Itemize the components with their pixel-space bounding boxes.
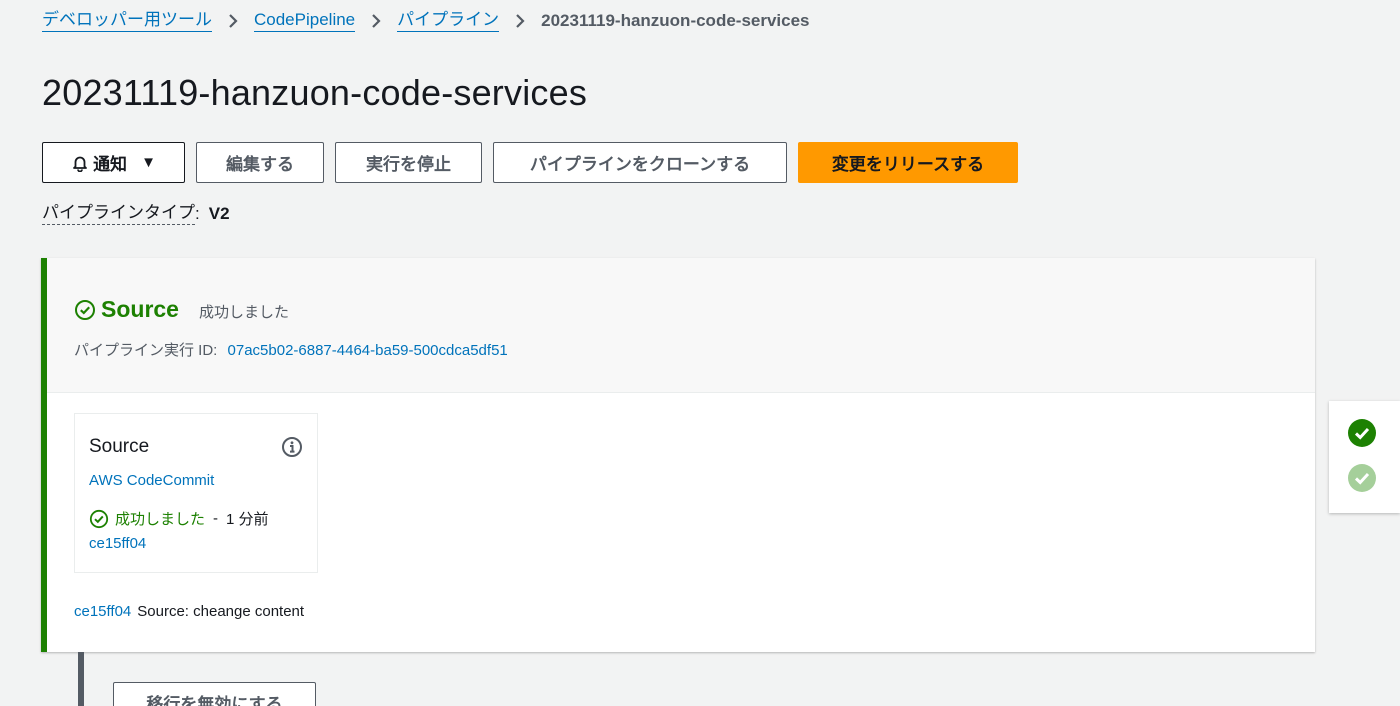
edit-button[interactable]: 編集する bbox=[196, 142, 324, 183]
action-provider-link[interactable]: AWS CodeCommit bbox=[89, 472, 214, 489]
chevron-right-icon bbox=[355, 13, 397, 28]
separator-dash: - bbox=[213, 510, 219, 527]
commit-id-link[interactable]: ce15ff04 bbox=[74, 603, 131, 620]
pipeline-type-label[interactable]: パイプラインタイプ bbox=[42, 202, 195, 225]
disable-transition-button[interactable]: 移行を無効にする bbox=[113, 682, 316, 706]
source-action-card: Source AWS CodeCommit 成功しました - 1 分前 ce15… bbox=[74, 413, 318, 573]
stage-name: Source bbox=[101, 296, 179, 322]
pipeline-type: パイプラインタイプ : V2 bbox=[42, 202, 230, 225]
execution-id-label: パイプライン実行 ID: bbox=[74, 342, 218, 359]
action-status: 成功しました - 1 分前 bbox=[89, 508, 303, 529]
breadcrumb-current: 20231119-hanzuon-code-services bbox=[541, 10, 810, 30]
stage-commit-row: ce15ff04 Source: cheange content bbox=[74, 603, 304, 620]
stage-status-overview bbox=[1329, 401, 1400, 513]
stage-header: Source 成功しました パイプライン実行 ID: 07ac5b02-6887… bbox=[47, 258, 1315, 393]
stop-execution-button[interactable]: 実行を停止 bbox=[335, 142, 482, 183]
caret-down-icon: ▼ bbox=[141, 154, 156, 171]
pipeline-type-colon: : bbox=[195, 203, 200, 223]
action-commit-link[interactable]: ce15ff04 bbox=[89, 535, 146, 552]
notify-label: 通知 bbox=[93, 155, 128, 174]
breadcrumb-pipelines[interactable]: パイプライン bbox=[397, 9, 500, 32]
chevron-right-icon bbox=[212, 13, 254, 28]
notify-dropdown-button[interactable]: 通知 ▼ bbox=[42, 142, 185, 183]
bell-icon bbox=[73, 156, 87, 172]
breadcrumb-codepipeline[interactable]: CodePipeline bbox=[254, 9, 356, 32]
action-status-text: 成功しました bbox=[115, 511, 206, 528]
success-check-icon bbox=[89, 509, 109, 528]
transition-connector bbox=[78, 652, 84, 706]
execution-id-link[interactable]: 07ac5b02-6887-4464-ba59-500cdca5df51 bbox=[228, 342, 508, 359]
stage-success-icon[interactable] bbox=[1348, 419, 1376, 447]
breadcrumb-developer-tools[interactable]: デベロッパー用ツール bbox=[42, 9, 212, 32]
breadcrumb: デベロッパー用ツール CodePipeline パイプライン 20231119-… bbox=[42, 9, 810, 32]
chevron-right-icon bbox=[499, 13, 541, 28]
stage-status: 成功しました bbox=[198, 304, 289, 321]
release-change-button[interactable]: 変更をリリースする bbox=[798, 142, 1018, 183]
action-toolbar: 通知 ▼ 編集する 実行を停止 パイプラインをクローンする 変更をリリースする bbox=[42, 142, 1029, 183]
success-check-icon bbox=[74, 299, 96, 321]
page-title: 20231119-hanzuon-code-services bbox=[42, 72, 588, 113]
action-title: Source bbox=[89, 436, 150, 457]
clone-pipeline-button[interactable]: パイプラインをクローンする bbox=[493, 142, 787, 183]
info-icon[interactable] bbox=[281, 436, 303, 458]
commit-message: Source: cheange content bbox=[137, 603, 305, 620]
action-time: 1 分前 bbox=[226, 511, 269, 528]
pipeline-type-value: V2 bbox=[208, 203, 230, 223]
stage-success-faded-icon[interactable] bbox=[1348, 464, 1376, 492]
execution-id-row: パイプライン実行 ID: 07ac5b02-6887-4464-ba59-500… bbox=[74, 339, 1315, 360]
source-stage: Source 成功しました パイプライン実行 ID: 07ac5b02-6887… bbox=[41, 258, 1315, 652]
